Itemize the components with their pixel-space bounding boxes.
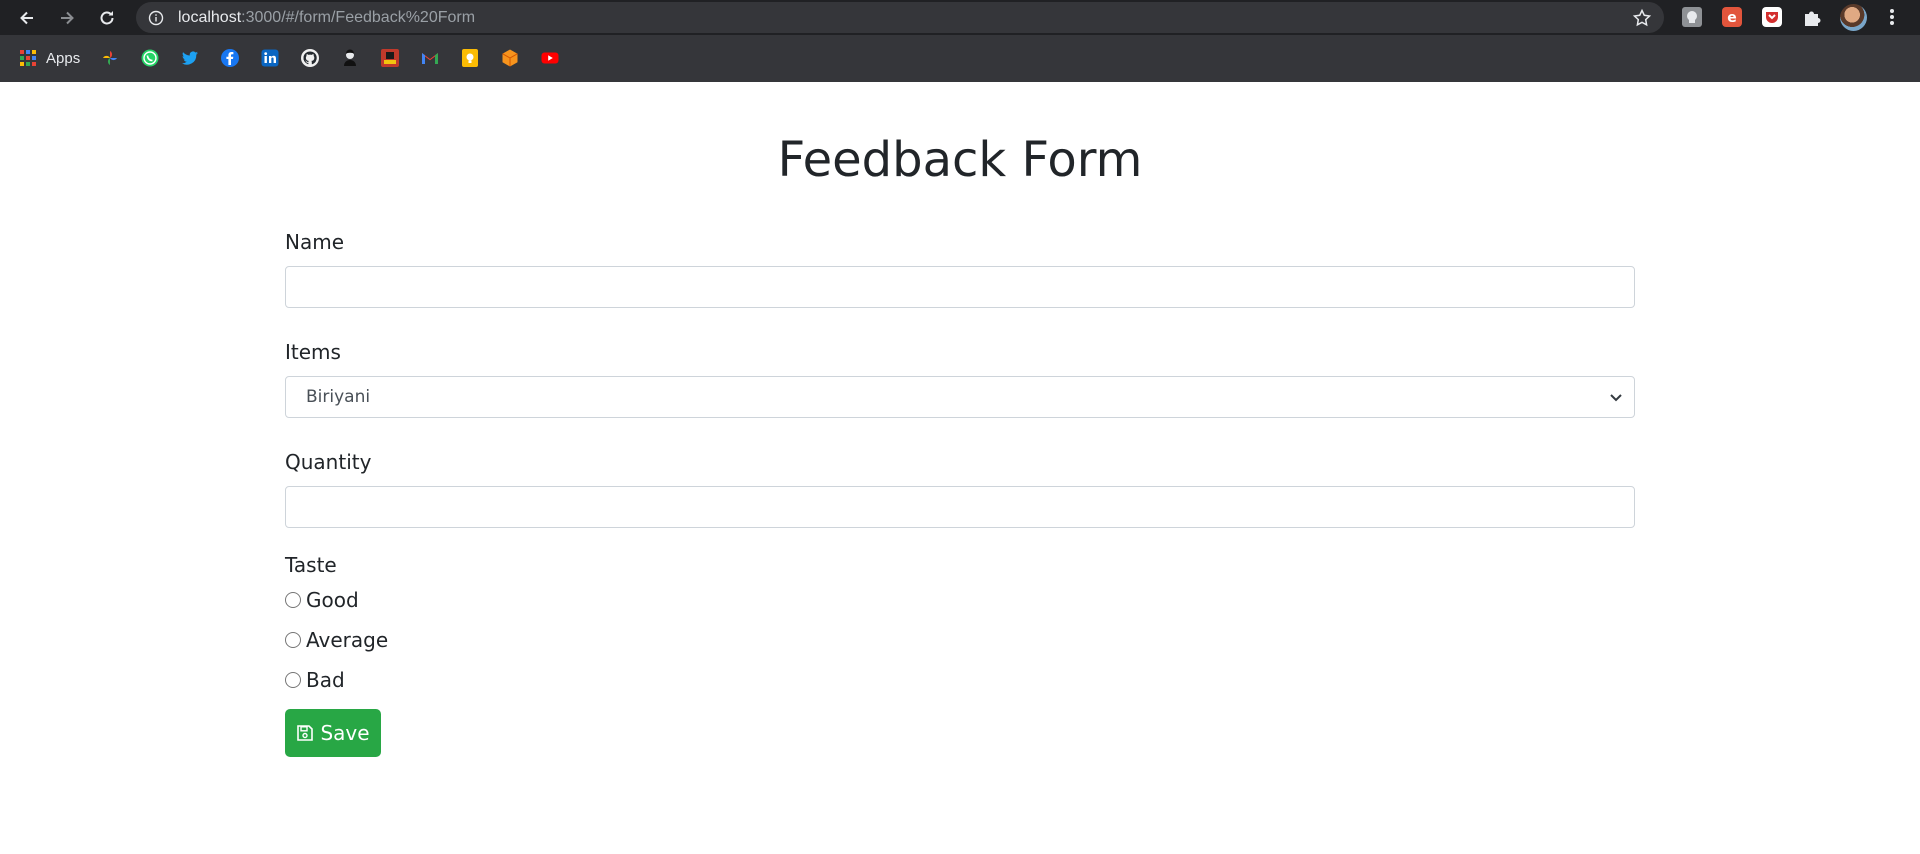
whatsapp-icon	[140, 48, 160, 68]
quantity-input[interactable]	[285, 486, 1635, 528]
browser-menu-icon[interactable]	[1884, 6, 1900, 28]
facebook-icon	[220, 48, 240, 68]
quantity-group: Quantity	[285, 447, 1635, 528]
items-select[interactable]: Biriyani	[285, 376, 1635, 418]
radio-label-average: Average	[306, 628, 389, 652]
url-text: localhost:3000/#/form/Feedback%20Form	[178, 9, 475, 27]
bookmark-gmail[interactable]	[420, 43, 440, 73]
avatar-bookmark-icon	[340, 48, 360, 68]
keep-icon	[460, 48, 480, 68]
page-content: Feedback Form Name Items Biriyani Quanti…	[0, 82, 1920, 854]
radio-good[interactable]	[285, 592, 301, 608]
back-button[interactable]	[13, 4, 41, 32]
address-bar[interactable]: localhost:3000/#/form/Feedback%20Form	[136, 2, 1664, 33]
bookmark-youtube[interactable]	[540, 43, 560, 73]
bookmark-github[interactable]	[300, 43, 320, 73]
site-icon	[380, 48, 400, 68]
forward-button[interactable]	[53, 4, 81, 32]
apps-label: Apps	[46, 49, 81, 67]
twitter-icon	[180, 48, 200, 68]
save-button[interactable]: Save	[285, 709, 381, 757]
taste-option-average[interactable]: Average	[285, 620, 1635, 660]
back-arrow-icon	[20, 11, 33, 25]
bookmark-facebook[interactable]	[220, 43, 240, 73]
radio-average[interactable]	[285, 632, 301, 648]
bookmark-avatar[interactable]	[340, 43, 360, 73]
linkedin-icon	[260, 48, 280, 68]
puzzle-icon[interactable]	[1801, 6, 1823, 28]
reload-icon	[100, 11, 114, 25]
ext-gray-icon[interactable]	[1681, 6, 1703, 28]
name-group: Name	[285, 227, 1635, 308]
quantity-label: Quantity	[285, 450, 372, 474]
items-selected-value: Biriyani	[306, 387, 371, 407]
url-host: localhost	[178, 8, 242, 26]
bookmark-twitter[interactable]	[180, 43, 200, 73]
page-title: Feedback Form	[777, 132, 1143, 188]
bookmark-linkedin[interactable]	[260, 43, 280, 73]
github-icon	[300, 48, 320, 68]
bookmark-package[interactable]	[500, 43, 520, 73]
save-floppy-icon	[297, 725, 314, 741]
name-label: Name	[285, 230, 345, 254]
items-group: Items Biriyani	[285, 337, 1635, 418]
url-path: :3000/#/form/Feedback%20Form	[241, 8, 476, 26]
gmail-icon	[420, 48, 440, 68]
save-label: Save	[320, 721, 370, 745]
bookmark-keep[interactable]	[460, 43, 480, 73]
package-icon	[500, 48, 520, 68]
svg-text:e: e	[1727, 10, 1737, 26]
feedback-form: Name Items Biriyani Quantity Taste Good …	[285, 227, 1635, 700]
radio-label-bad: Bad	[306, 668, 345, 692]
taste-group: Taste Good Average Bad	[285, 550, 1635, 700]
bookmark-whatsapp[interactable]	[140, 43, 160, 73]
reload-button[interactable]	[93, 4, 121, 32]
name-input[interactable]	[285, 266, 1635, 308]
apps-bookmark[interactable]: Apps	[18, 43, 80, 73]
forward-arrow-icon	[61, 11, 74, 25]
profile-avatar[interactable]	[1840, 4, 1867, 31]
bookmark-star-icon[interactable]	[1632, 8, 1652, 28]
google-photos-icon	[100, 48, 120, 68]
bookmark-google-photos[interactable]	[100, 43, 120, 73]
items-label: Items	[285, 340, 341, 364]
radio-label-good: Good	[306, 588, 359, 612]
ext-red-e-icon[interactable]: e	[1721, 6, 1743, 28]
browser-toolbar: localhost:3000/#/form/Feedback%20Form e	[0, 0, 1920, 35]
browser-chrome: localhost:3000/#/form/Feedback%20Form e	[0, 0, 1920, 82]
bookmarks-bar: Apps	[0, 43, 1920, 73]
youtube-icon	[540, 48, 560, 68]
apps-grid-icon	[18, 48, 38, 68]
chevron-down-icon	[1610, 394, 1622, 402]
radio-bad[interactable]	[285, 672, 301, 688]
taste-option-good[interactable]: Good	[285, 580, 1635, 620]
bookmark-site[interactable]	[380, 43, 400, 73]
taste-option-bad[interactable]: Bad	[285, 660, 1635, 700]
ext-pocket-icon[interactable]	[1761, 6, 1783, 28]
taste-label: Taste	[285, 553, 337, 577]
site-info-icon[interactable]	[148, 10, 164, 26]
